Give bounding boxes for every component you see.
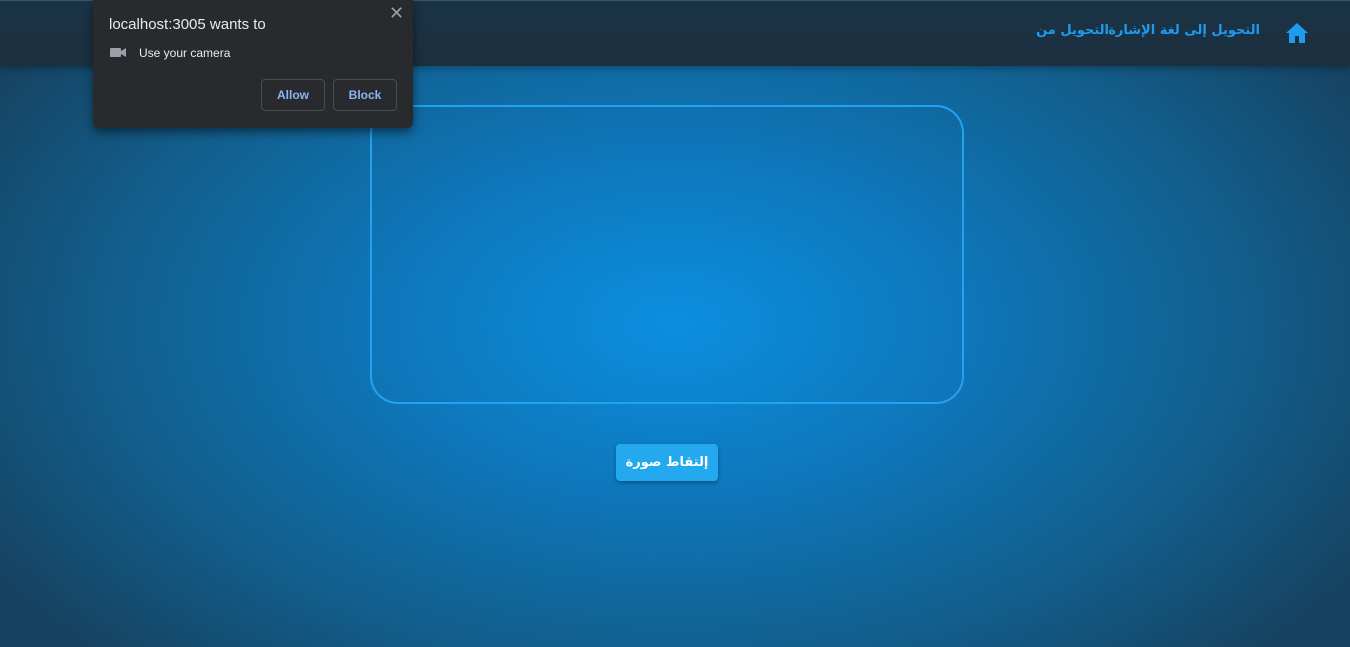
home-icon[interactable] [1285,22,1309,44]
permission-title: localhost:3005 wants to [109,16,266,33]
block-button[interactable]: Block [333,79,397,111]
nav-link-from[interactable]: التحويل من [1036,23,1109,43]
close-icon[interactable]: ✕ [389,3,404,24]
allow-button[interactable]: Allow [261,79,325,111]
camera-preview-frame [370,105,964,404]
video-camera-icon [110,48,126,57]
camera-permission-popup: localhost:3005 wants to ✕ Use your camer… [93,0,413,128]
nav-link-to-sign-language[interactable]: التحويل إلى لغة الإشارة [1108,23,1260,43]
permission-request-text: Use your camera [139,46,231,60]
capture-photo-button[interactable]: إلتقاط صورة [616,444,718,481]
